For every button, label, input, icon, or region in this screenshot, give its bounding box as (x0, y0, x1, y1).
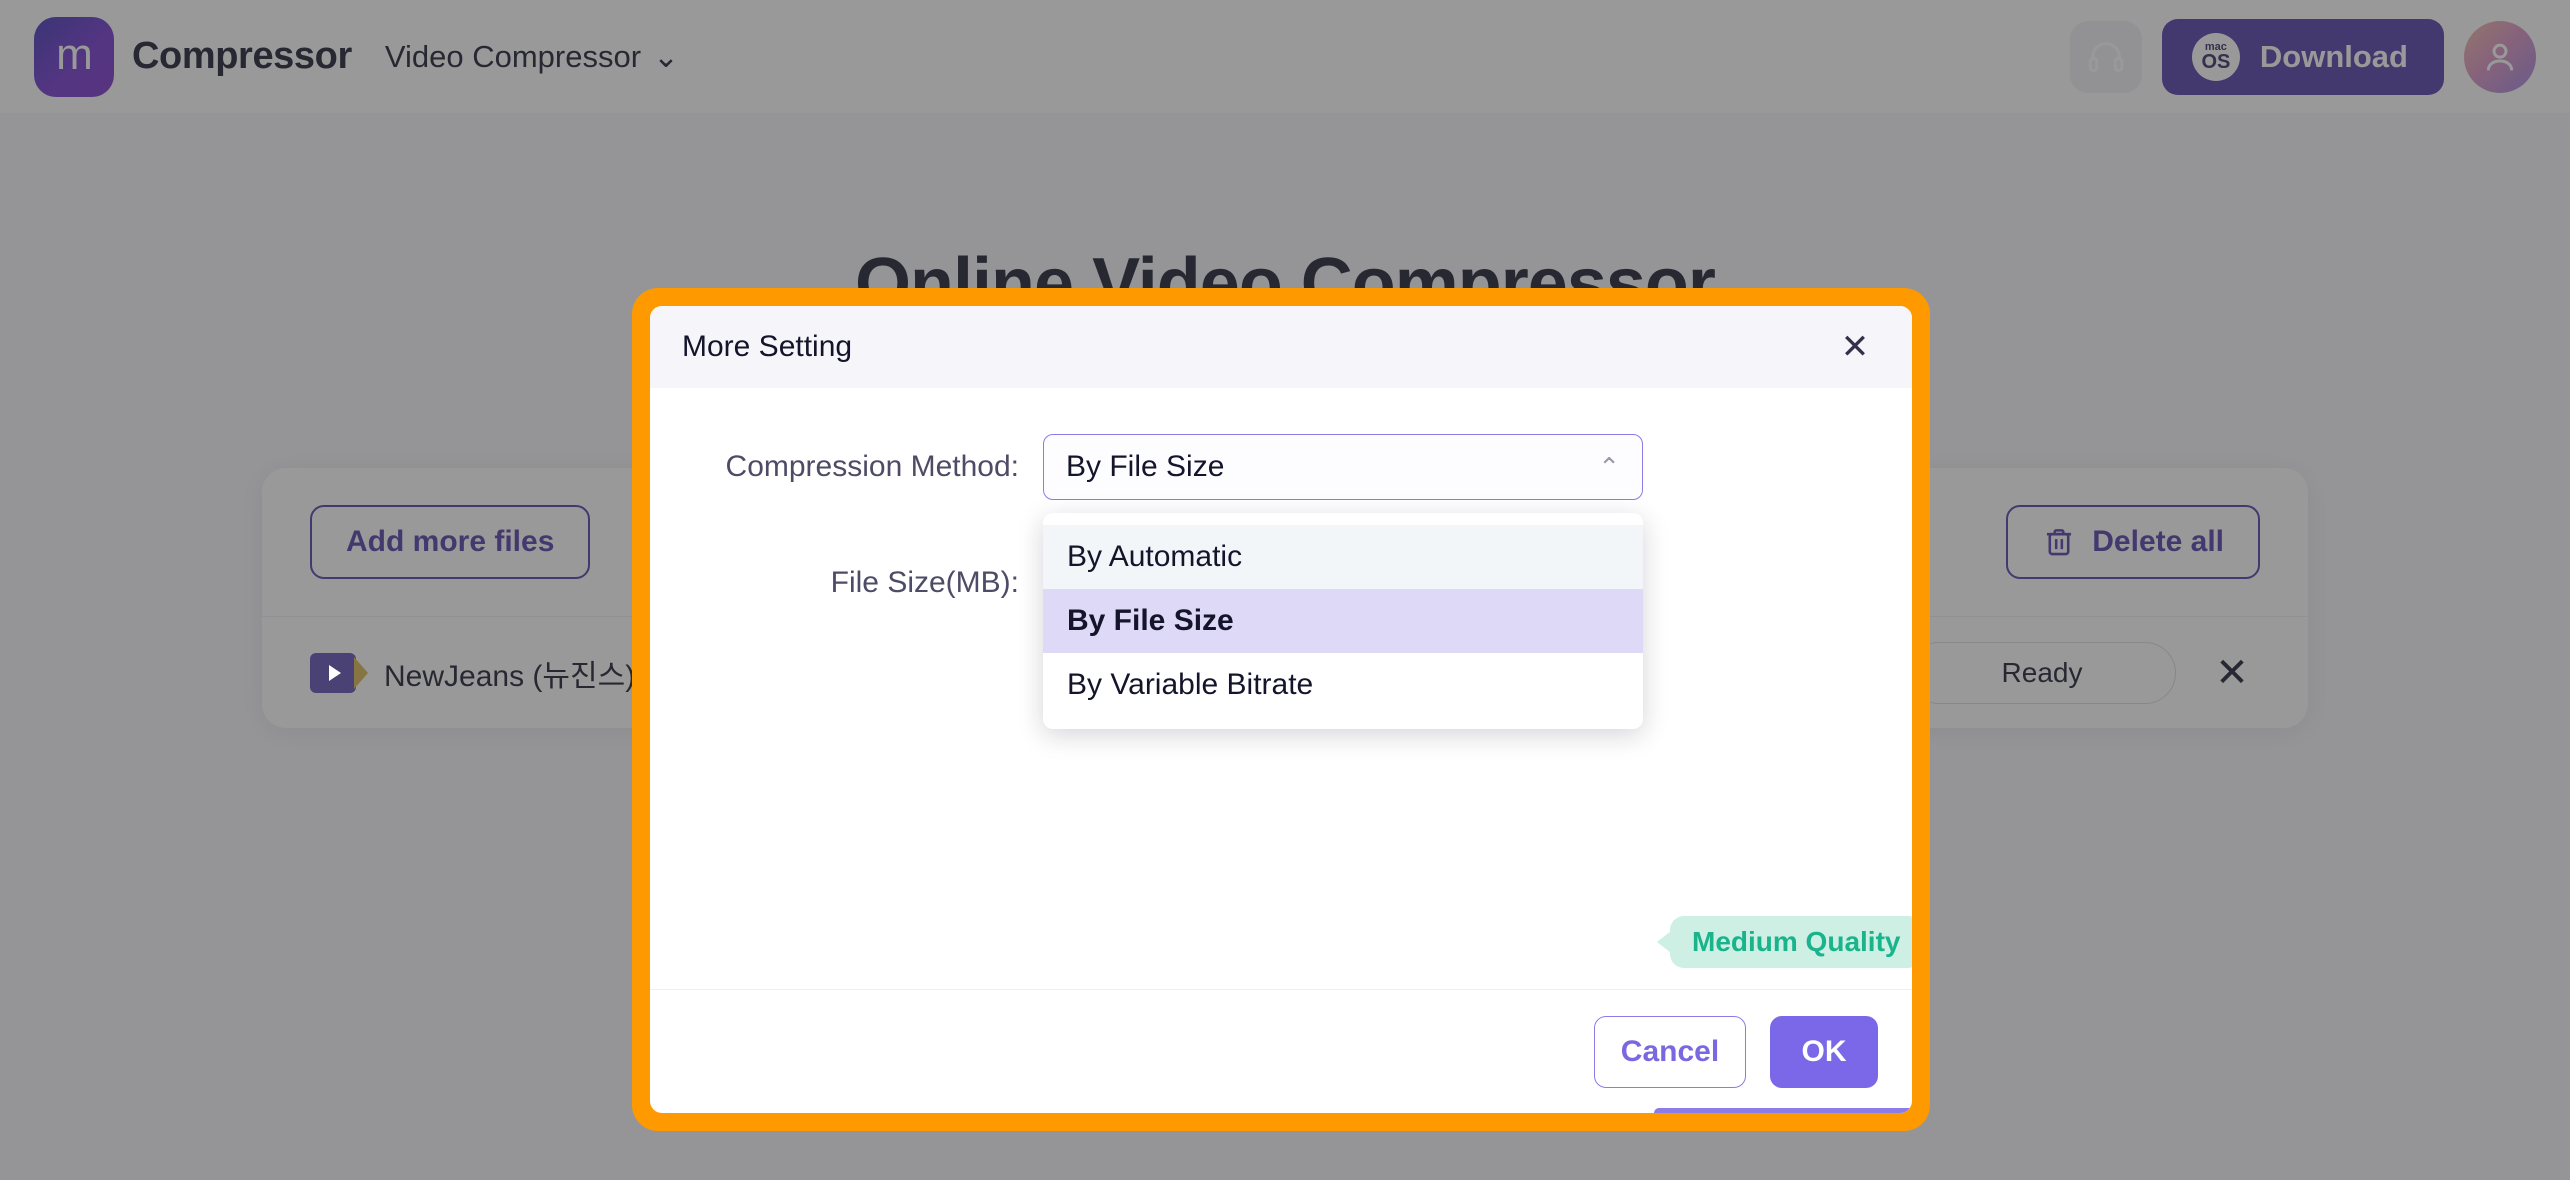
compression-method-row: Compression Method: By File Size ⌃ By Au… (650, 434, 1912, 729)
dropdown-option-by-file-size[interactable]: By File Size (1043, 589, 1643, 653)
chevron-up-icon: ⌃ (1598, 452, 1620, 482)
ok-button[interactable]: OK (1770, 1015, 1878, 1088)
more-setting-dialog: More Setting ✕ Compression Method: By Fi… (650, 306, 1912, 1113)
compression-method-select[interactable]: By File Size ⌃ (1043, 434, 1643, 500)
slider-fill (1654, 1108, 1912, 1113)
dialog-header: More Setting ✕ (650, 306, 1912, 388)
compression-method-value: By File Size (1066, 450, 1225, 483)
close-icon[interactable]: ✕ (1832, 324, 1878, 370)
dropdown-option-by-automatic[interactable]: By Automatic (1043, 525, 1643, 589)
dialog-title: More Setting (682, 330, 853, 363)
file-size-slider[interactable]: 36.82MB 368.22MB (1654, 1108, 1912, 1113)
dialog-body: Compression Method: By File Size ⌃ By Au… (650, 388, 1912, 1113)
dialog-footer: Cancel OK (650, 989, 1912, 1113)
slider-track[interactable] (1654, 1108, 1912, 1113)
play-triangle-icon (328, 664, 341, 681)
compression-method-dropdown: By Automatic By File Size By Variable Bi… (1043, 513, 1643, 729)
quality-badge: Medium Quality (1670, 916, 1912, 968)
compression-method-control: By File Size ⌃ By Automatic By File Size… (1043, 434, 1643, 729)
dropdown-option-by-variable-bitrate[interactable]: By Variable Bitrate (1043, 653, 1643, 717)
cancel-button[interactable]: Cancel (1594, 1015, 1746, 1088)
file-size-label: File Size(MB): (830, 566, 1019, 599)
compression-method-label: Compression Method: (725, 450, 1019, 483)
modal-highlight-border: More Setting ✕ Compression Method: By Fi… (632, 288, 1930, 1131)
